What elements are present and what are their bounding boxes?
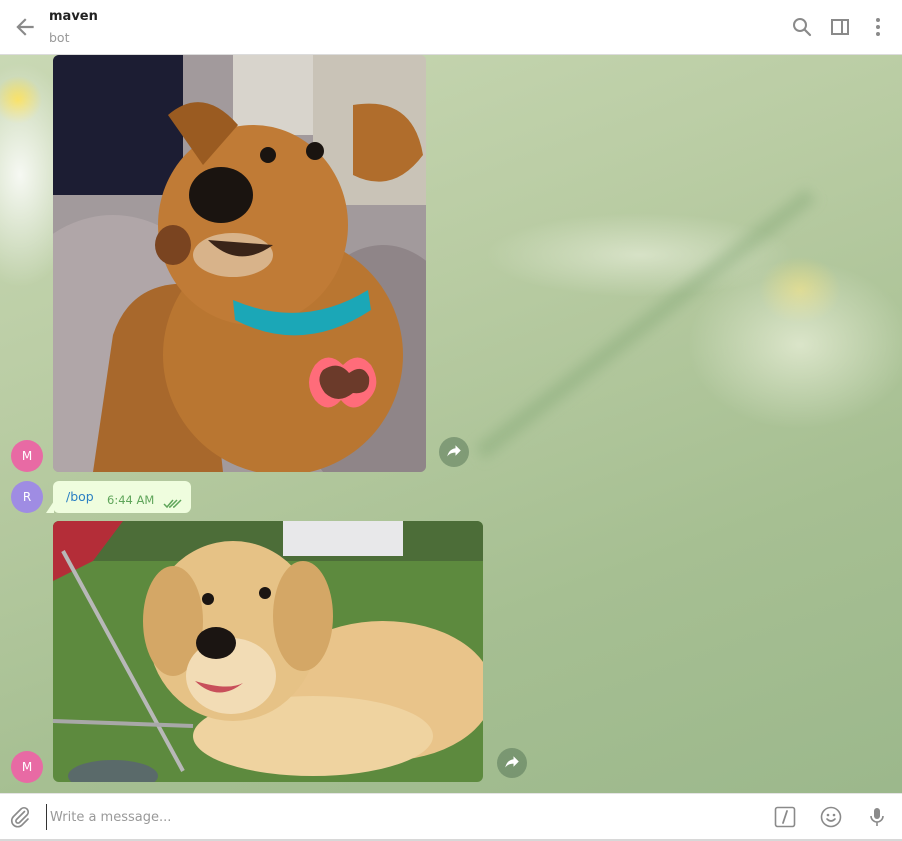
message-photo[interactable] bbox=[53, 521, 483, 782]
forward-button[interactable] bbox=[497, 748, 527, 778]
forward-icon bbox=[447, 445, 461, 457]
sidebar-panel-icon[interactable] bbox=[828, 15, 852, 39]
emoji-icon[interactable] bbox=[819, 805, 843, 829]
message-list[interactable]: M R /bop 6:44 AM M bbox=[0, 55, 902, 793]
chat-title[interactable]: maven bbox=[49, 9, 98, 24]
message-photo[interactable] bbox=[53, 55, 426, 472]
bot-command-link[interactable]: /bop bbox=[66, 489, 94, 504]
message-time: 6:44 AM bbox=[107, 493, 155, 507]
background-decoration bbox=[475, 188, 816, 460]
golden-puppy-image bbox=[53, 521, 483, 782]
forward-button[interactable] bbox=[439, 437, 469, 467]
paperclip-icon[interactable] bbox=[8, 805, 32, 829]
forward-icon bbox=[505, 756, 519, 768]
avatar[interactable]: M bbox=[11, 440, 43, 472]
avatar[interactable]: M bbox=[11, 751, 43, 783]
search-icon[interactable] bbox=[790, 15, 814, 39]
chat-header: maven bot bbox=[0, 0, 902, 55]
message-composer bbox=[0, 793, 902, 839]
avatar[interactable]: R bbox=[11, 481, 43, 513]
message-input[interactable] bbox=[46, 804, 746, 830]
back-arrow-icon[interactable] bbox=[12, 14, 38, 40]
more-vertical-icon[interactable] bbox=[866, 15, 890, 39]
double-check-icon bbox=[163, 494, 183, 513]
chat-subtitle: bot bbox=[49, 30, 70, 45]
microphone-icon[interactable] bbox=[865, 805, 889, 829]
bot-command-icon[interactable] bbox=[773, 805, 797, 829]
brown-puppy-image bbox=[53, 55, 426, 472]
message-bubble[interactable]: /bop 6:44 AM bbox=[53, 481, 191, 513]
